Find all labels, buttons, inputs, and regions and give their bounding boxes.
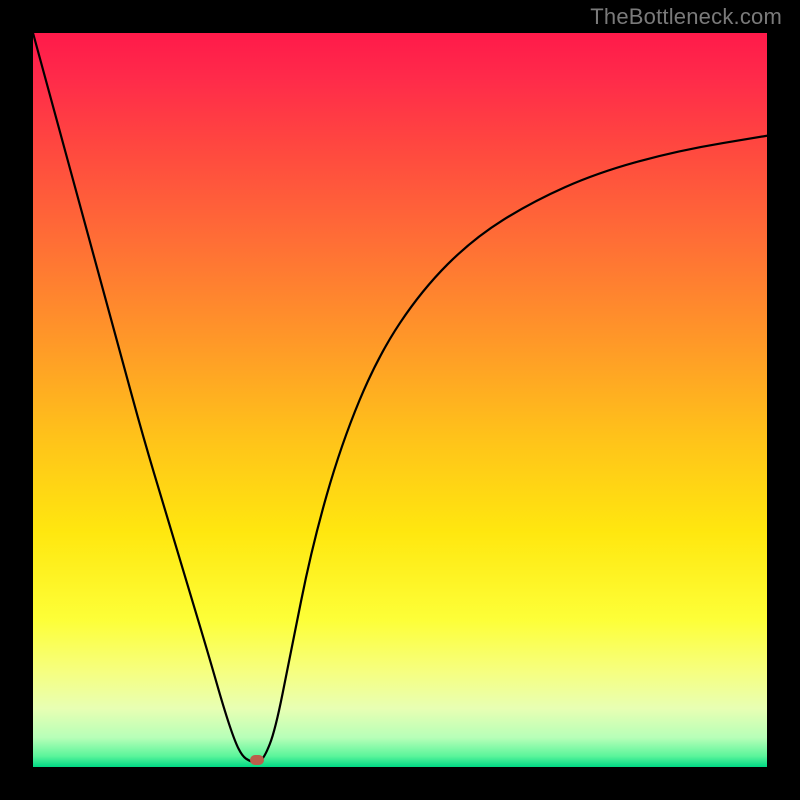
watermark-text: TheBottleneck.com (590, 4, 782, 30)
optimum-marker (250, 755, 264, 765)
bottleneck-curve (33, 33, 767, 767)
chart-frame: TheBottleneck.com (0, 0, 800, 800)
plot-area (33, 33, 767, 767)
